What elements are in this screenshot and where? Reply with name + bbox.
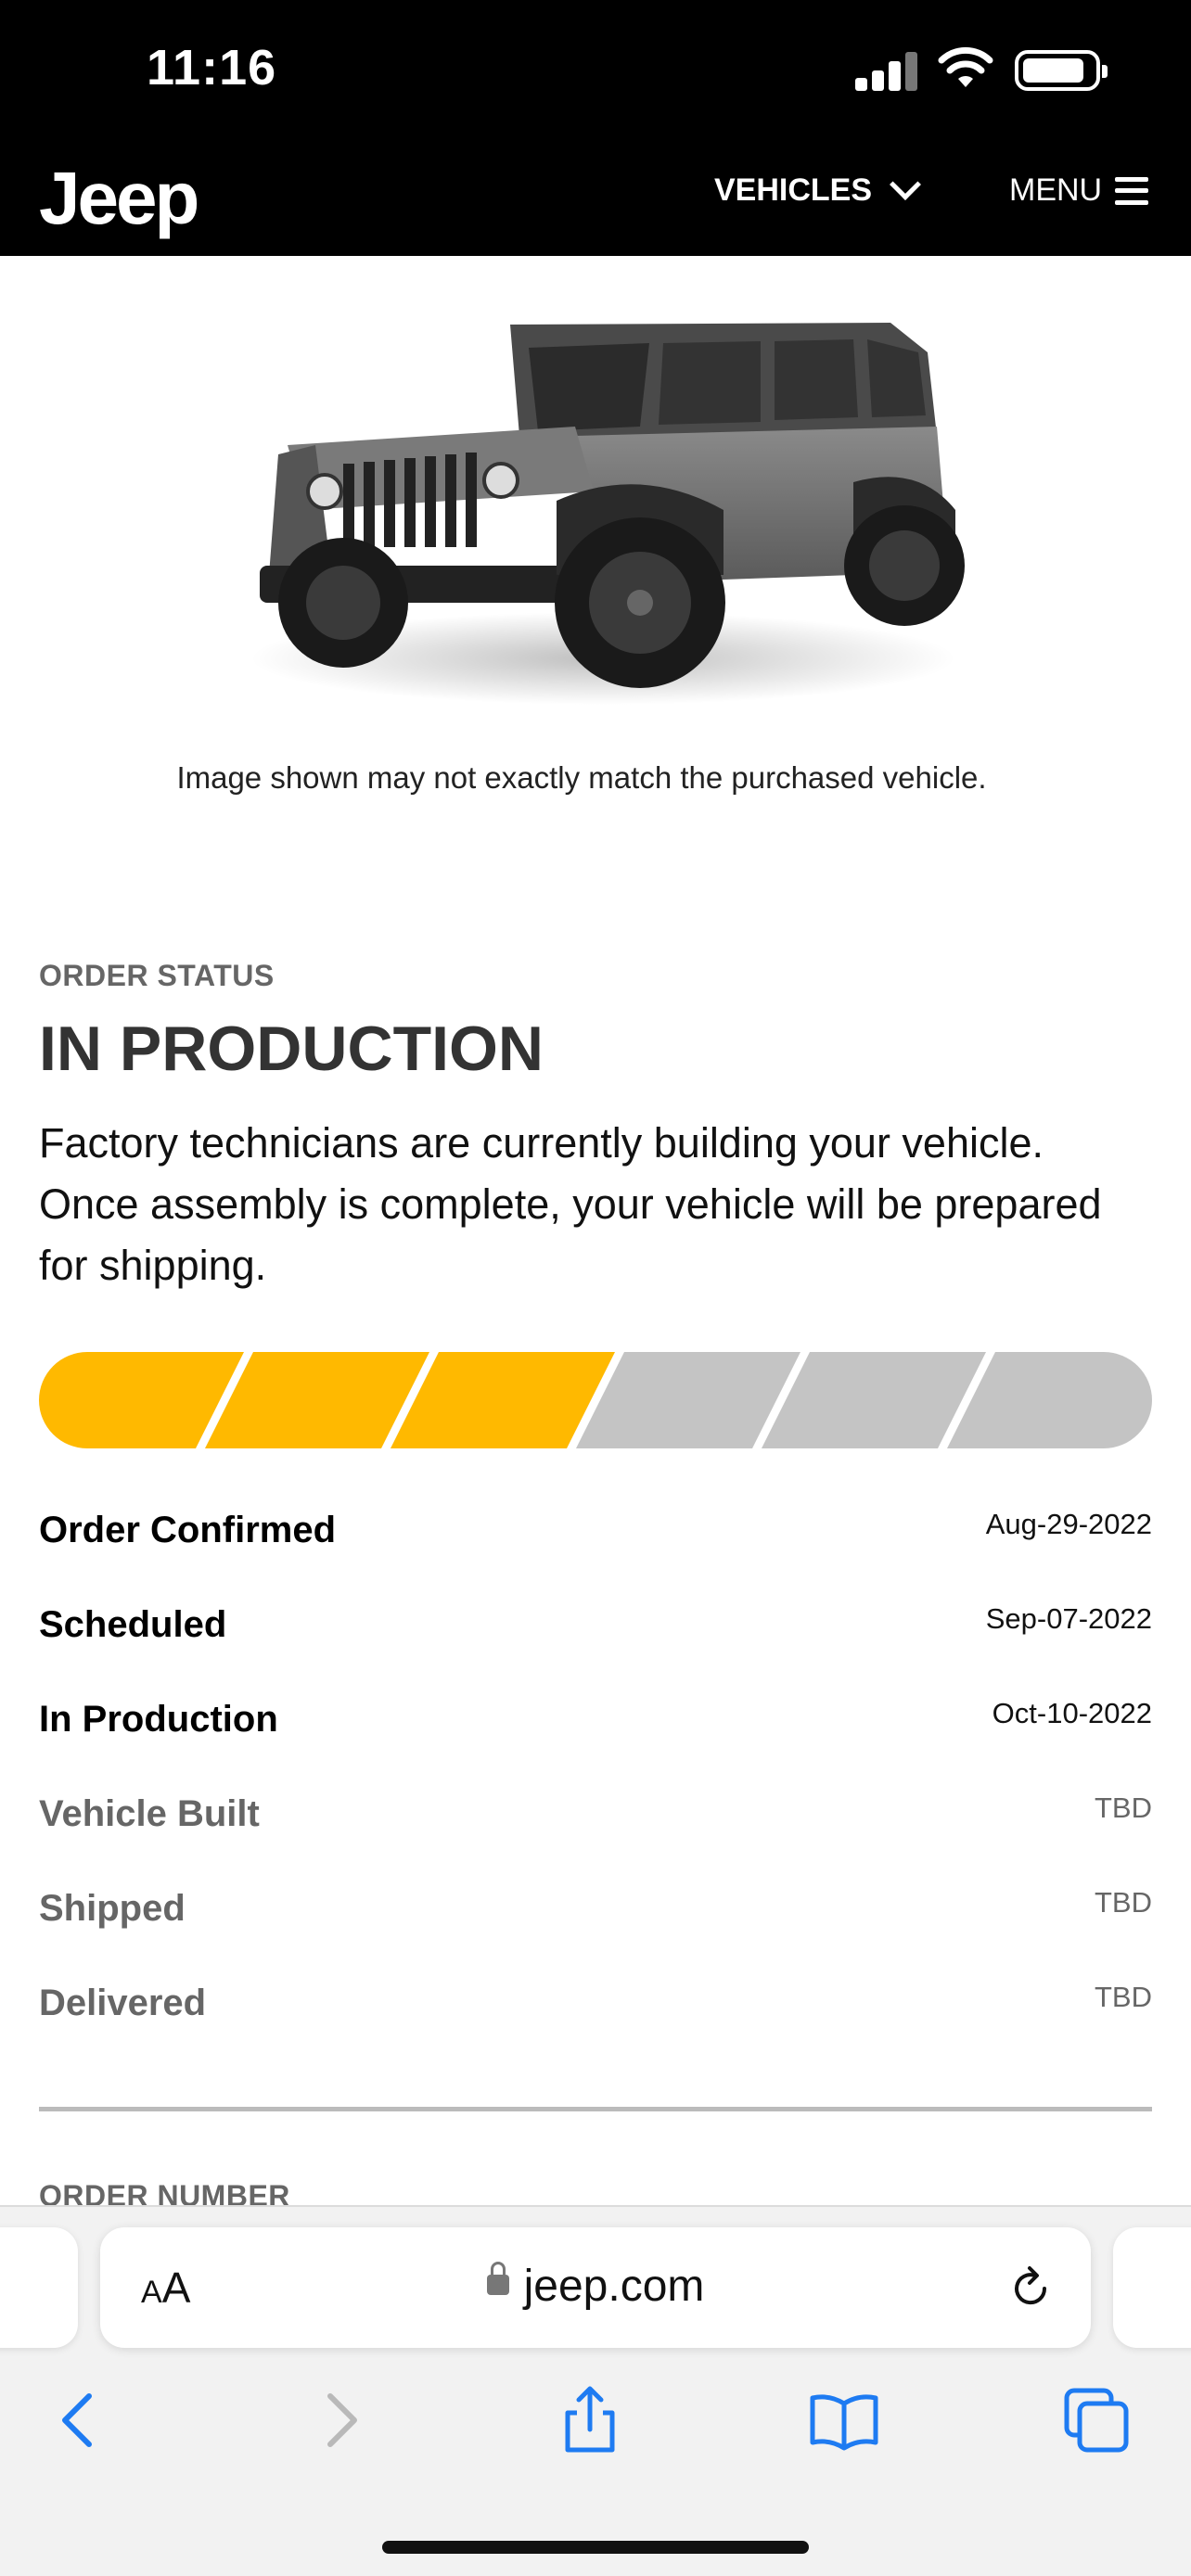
- back-icon[interactable]: [43, 2383, 117, 2457]
- progress-segment-complete: [205, 1352, 429, 1448]
- milestone-name: In Production: [39, 1699, 278, 1740]
- milestone-row: Delivered TBD: [39, 1975, 1152, 2070]
- main-menu-button[interactable]: MENU: [1009, 172, 1149, 209]
- next-tab-preview[interactable]: [1113, 2227, 1191, 2348]
- milestone-name: Order Confirmed: [39, 1510, 337, 1550]
- signal-icon: [855, 52, 918, 91]
- order-status-label: ORDER STATUS: [39, 959, 275, 992]
- order-status-description: Factory technicians are currently buildi…: [39, 1119, 1102, 1289]
- battery-icon: [1015, 50, 1108, 91]
- vehicles-label: VEHICLES: [714, 172, 873, 208]
- address-bar[interactable]: AA jeep.com: [100, 2227, 1091, 2348]
- url-display[interactable]: jeep.com: [100, 2261, 1091, 2312]
- hamburger-icon: [1115, 176, 1149, 205]
- milestone-name: Delivered: [39, 1983, 207, 2023]
- milestone-date: Aug-29-2022: [985, 1508, 1152, 1540]
- url-text: jeep.com: [523, 2262, 705, 2311]
- chevron-down-icon: [890, 168, 922, 200]
- image-disclaimer: Image shown may not exactly match the pu…: [176, 760, 987, 795]
- site-header: Jeep VEHICLES MENU: [0, 139, 1191, 256]
- forward-icon[interactable]: [302, 2383, 377, 2457]
- lock-icon: [486, 2262, 509, 2296]
- vehicle-image: [250, 323, 965, 705]
- milestone-row: Order Confirmed Aug-29-2022: [39, 1502, 1152, 1597]
- milestone-date: Oct-10-2022: [992, 1697, 1152, 1729]
- share-icon[interactable]: [553, 2383, 627, 2457]
- milestone-name: Shipped: [39, 1888, 186, 1929]
- vehicles-menu-button[interactable]: VEHICLES: [714, 168, 922, 209]
- milestone-row: Shipped TBD: [39, 1881, 1152, 1975]
- milestone-name: Scheduled: [39, 1604, 227, 1645]
- browser-bottom-bar: AA jeep.com: [0, 2205, 1191, 2576]
- home-indicator: [382, 2541, 809, 2554]
- browser-toolbar: [0, 2365, 1191, 2485]
- milestone-row: In Production Oct-10-2022: [39, 1691, 1152, 1786]
- order-progress-bar: [39, 1352, 1152, 1448]
- menu-label: MENU: [1009, 172, 1103, 208]
- order-status-title: IN PRODUCTION: [39, 1014, 544, 1084]
- tabs-icon[interactable]: [1059, 2383, 1133, 2457]
- progress-segment-incomplete: [576, 1352, 800, 1448]
- milestone-name: Vehicle Built: [39, 1793, 260, 1834]
- status-bar: 11:16: [0, 0, 1191, 139]
- wifi-icon: [938, 46, 993, 87]
- milestone-date: TBD: [1095, 1981, 1152, 2013]
- milestone-row: Vehicle Built TBD: [39, 1786, 1152, 1881]
- status-time: 11:16: [147, 40, 277, 96]
- milestone-date: Sep-07-2022: [985, 1602, 1152, 1635]
- jeep-logo[interactable]: Jeep: [39, 156, 199, 241]
- section-divider: [39, 2107, 1152, 2111]
- milestone-list: Order Confirmed Aug-29-2022 Scheduled Sep-0…: [39, 1502, 1152, 2070]
- progress-segment-complete: [391, 1352, 615, 1448]
- previous-tab-preview[interactable]: [0, 2227, 78, 2348]
- reload-icon[interactable]: [1007, 2264, 1054, 2311]
- milestone-date: TBD: [1095, 1886, 1152, 1919]
- bookmarks-icon[interactable]: [807, 2383, 881, 2457]
- progress-segment-incomplete: [762, 1352, 986, 1448]
- milestone-date: TBD: [1095, 1792, 1152, 1824]
- milestone-row: Scheduled Sep-07-2022: [39, 1597, 1152, 1691]
